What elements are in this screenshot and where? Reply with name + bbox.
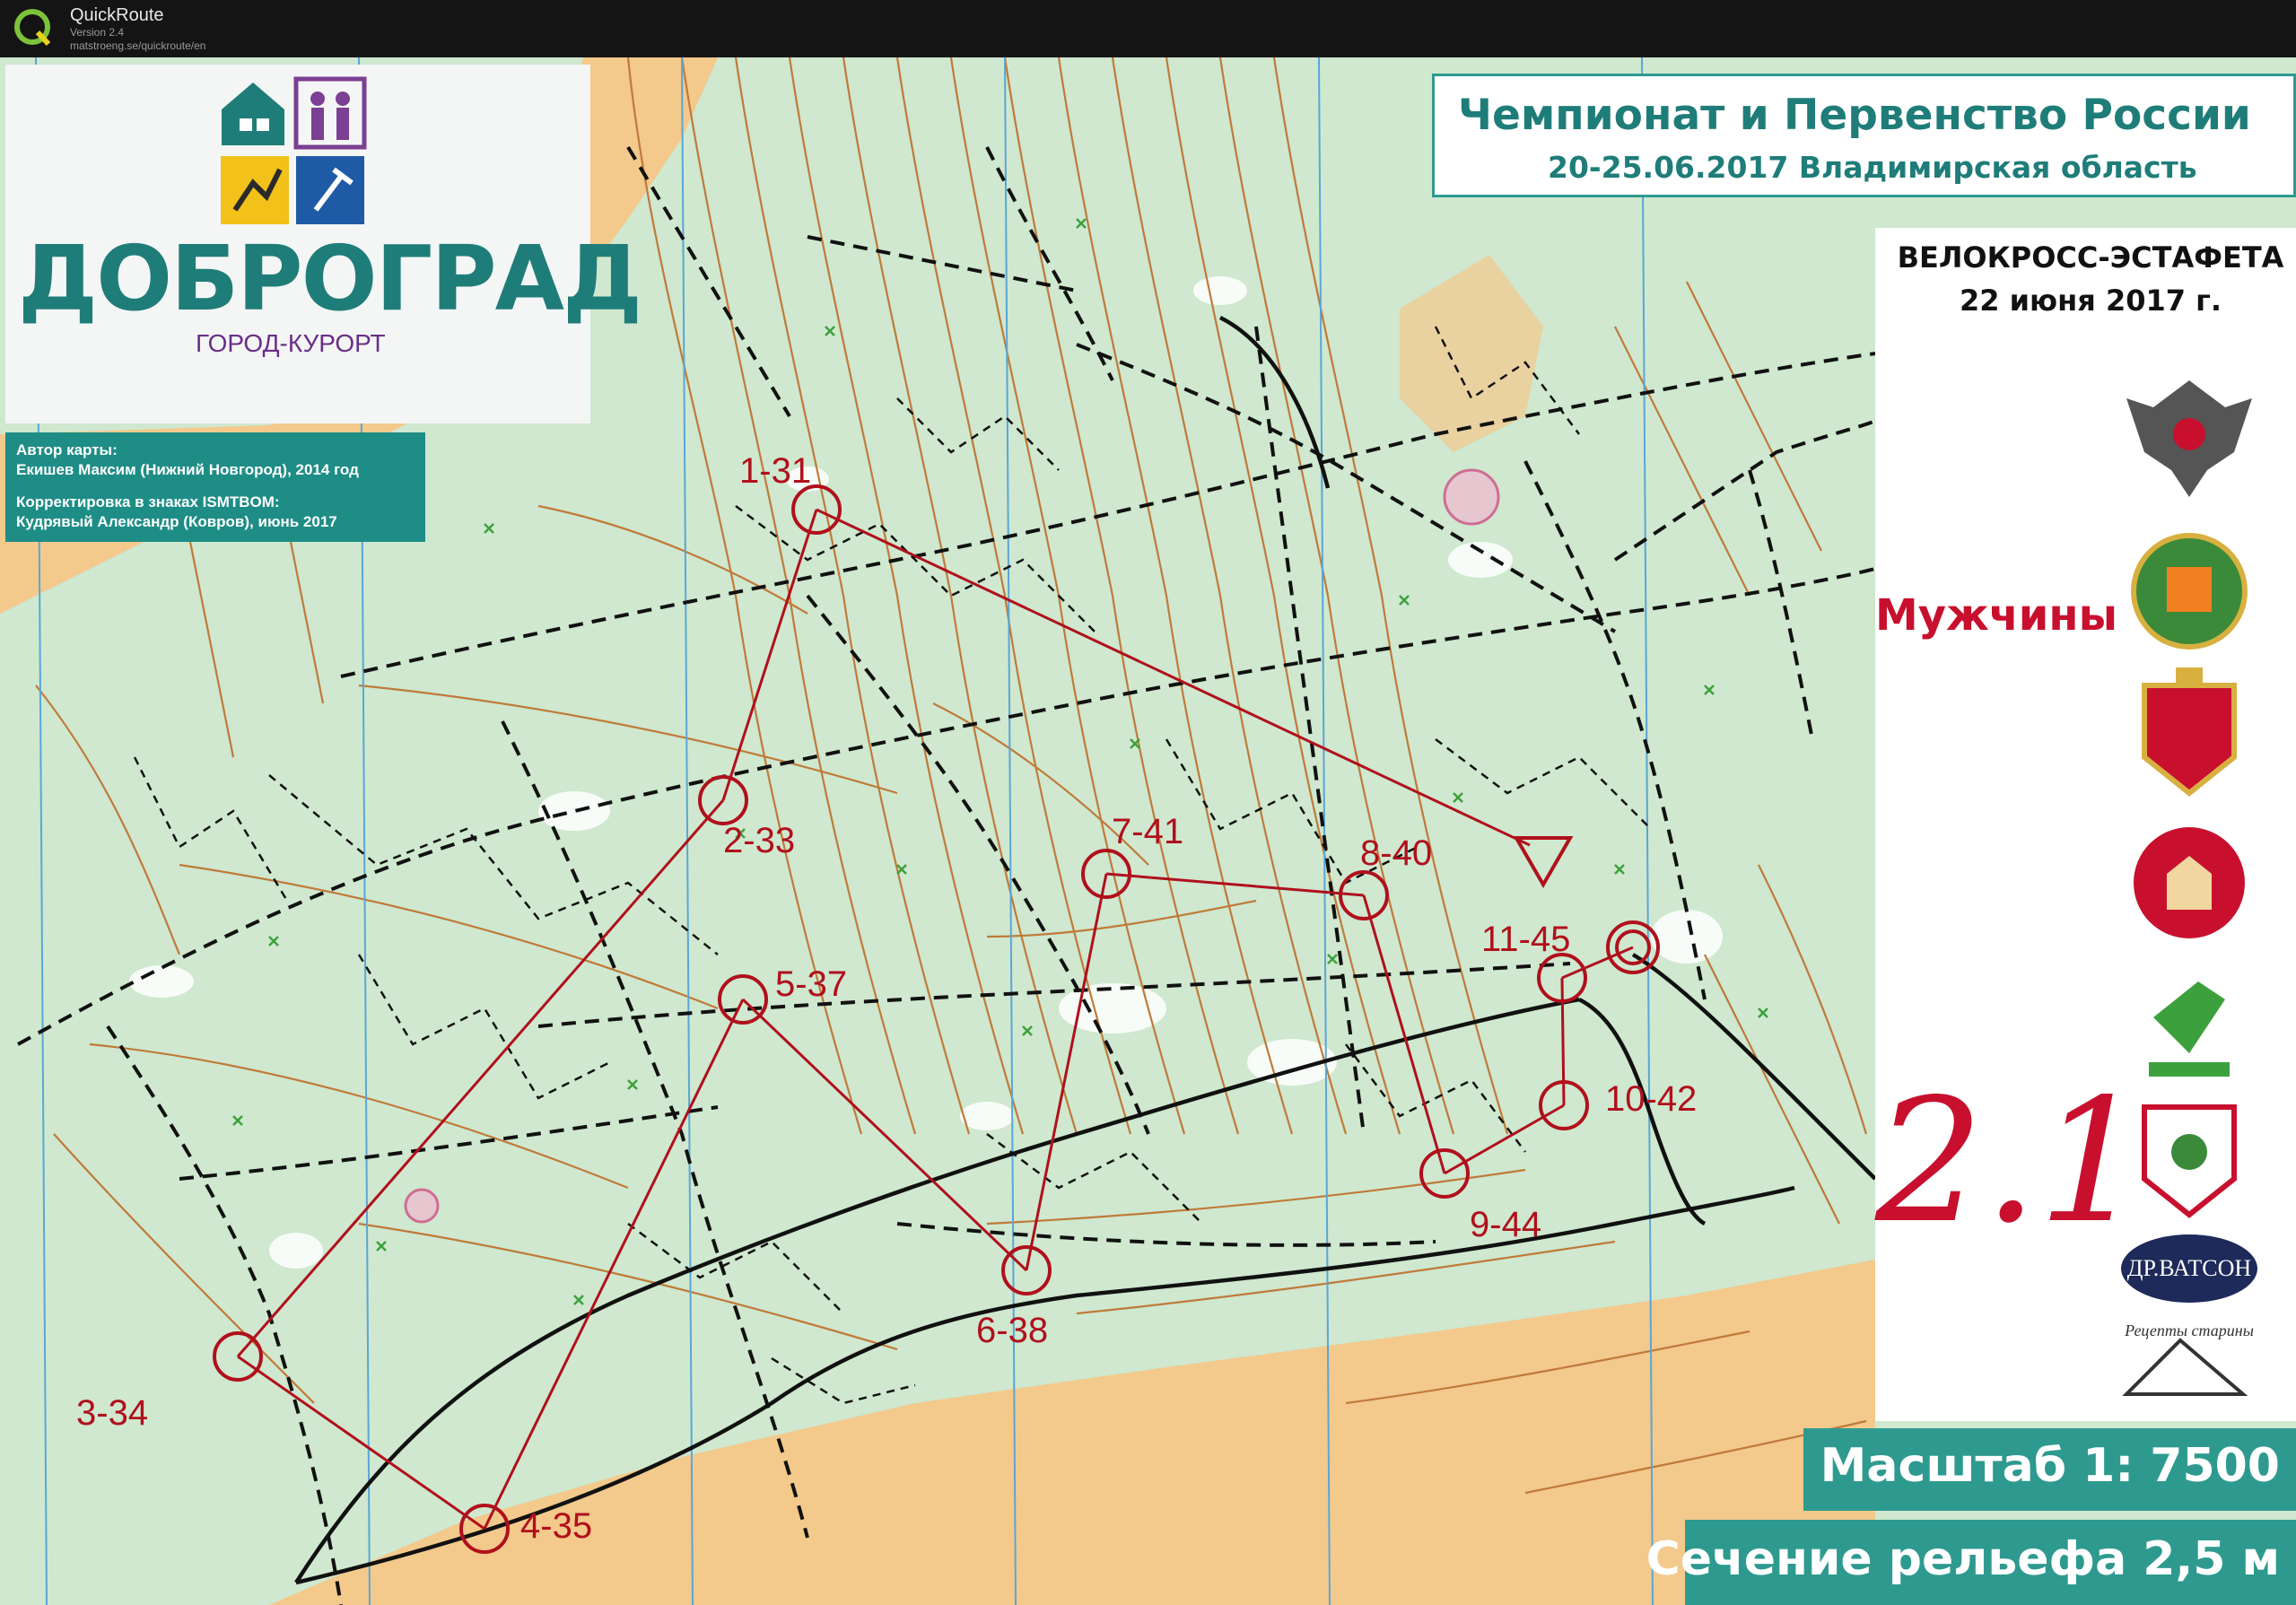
watson-text: ДР.ВАТСОН [2127, 1255, 2252, 1281]
regional-federation-icon [2134, 827, 2245, 938]
control-label-10: 10-42 [1605, 1079, 1697, 1119]
resort-icons [221, 76, 367, 224]
event-panel: Чемпионат и Первенство России 20-25.06.2… [1432, 74, 2296, 197]
control-label-8: 8-40 [1360, 833, 1432, 873]
quickroute-logo-icon [14, 9, 51, 47]
recipes-text: Рецепты старины [2124, 1322, 2254, 1339]
brand-name: ДОБРОГРАД [18, 226, 642, 331]
race-category: Мужчины [1875, 590, 2117, 641]
contour-interval: Сечение рельефа 2,5 м [1646, 1532, 2280, 1586]
family-icon [293, 76, 367, 150]
race-name: ВЕЛОКРОСС-ЭСТАФЕТА [1897, 240, 2284, 275]
recipes-logo-icon: Рецепты старины [2122, 1322, 2254, 1396]
race-date: 22 июня 2017 г. [1959, 283, 2222, 318]
event-title: Чемпионат и Первенство России [1458, 91, 2251, 140]
kovrov-coat-icon [2142, 1104, 2237, 1218]
house-icon [222, 83, 284, 145]
eagle-emblem-icon [2126, 380, 2252, 497]
race-info-panel: ВЕЛОКРОСС-ЭСТАФЕТА 22 июня 2017 г. Мужчи… [1875, 228, 2296, 1421]
title-bar: QuickRoute Version 2.4 matstroeng.se/qui… [0, 0, 2296, 59]
credits-panel: Автор карты: Екишев Максим (Нижний Новго… [5, 432, 425, 542]
watson-logo-icon: ДР.ВАТСОН [2121, 1234, 2257, 1303]
map-scale: Масштаб 1: 7500 [1820, 1439, 2280, 1493]
app-title: QuickRoute [70, 5, 164, 25]
author-text: Екишев Максим (Нижний Новгород), 2014 го… [16, 461, 359, 478]
event-date-place: 20-25.06.2017 Владимирская область [1548, 150, 2197, 185]
control-label-3: 3-34 [76, 1393, 148, 1433]
sport-icon [221, 156, 289, 224]
sponsor-emblems: ДР.ВАТСОН Рецепты старины [2121, 380, 2257, 1396]
author-label: Автор карты: [16, 441, 118, 458]
brand-panel: ДОБРОГРАД ГОРОД-КУРОРТ [5, 65, 642, 423]
brand-subtitle: ГОРОД-КУРОРТ [196, 329, 386, 357]
correction-label: Корректировка в знаках ISMTBOM: [16, 493, 280, 510]
sport-school-icon [2149, 981, 2230, 1077]
vladimir-coat-icon [2142, 667, 2237, 797]
app-version: Version 2.4 [70, 26, 125, 39]
app-url[interactable]: matstroeng.se/quickroute/en [70, 39, 205, 52]
control-label-11: 11-45 [1481, 920, 1570, 959]
control-label-9: 9-44 [1470, 1205, 1541, 1244]
control-label-2: 2-33 [723, 821, 795, 860]
federation-emblem-icon [2131, 533, 2248, 650]
contour-panel: Сечение рельефа 2,5 м [1646, 1520, 2296, 1605]
control-label-6: 6-38 [976, 1311, 1048, 1350]
control-label-1: 1-31 [739, 451, 811, 491]
correction-text: Кудрявый Александр (Ковров), июнь 2017 [16, 513, 337, 530]
control-label-5: 5-37 [775, 964, 847, 1004]
course-leg-10 [1560, 977, 1566, 1106]
control-label-4: 4-35 [520, 1506, 592, 1546]
map-viewport[interactable]: 1-31 2-33 3-34 4-35 5-37 6-38 7-41 8-40 9-44 10-4… [0, 57, 2296, 1605]
control-label-7: 7-41 [1112, 812, 1183, 851]
scale-panel: Масштаб 1: 7500 [1803, 1428, 2296, 1511]
